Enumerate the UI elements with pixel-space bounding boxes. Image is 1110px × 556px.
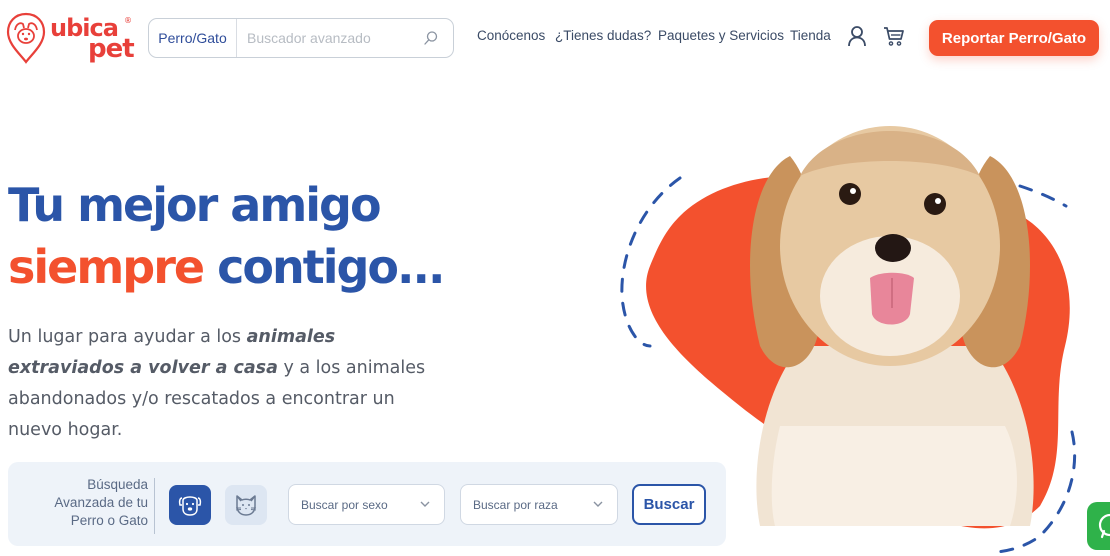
hero-description: Un lugar para ayudar a los animales extr… (8, 322, 448, 446)
search-input[interactable] (247, 27, 417, 49)
search-box: Perro/Gato (148, 18, 454, 58)
advanced-search-divider (154, 478, 155, 534)
whatsapp-icon (1098, 513, 1110, 539)
cat-icon (235, 495, 257, 516)
sex-select-value: Buscar por sexo (301, 497, 388, 512)
puppy (750, 126, 1034, 526)
search-icon[interactable] (423, 30, 439, 46)
logo-text-pet: pet (88, 34, 135, 64)
chevron-down-icon (593, 501, 603, 507)
cart-icon[interactable] (882, 25, 906, 47)
nav-paquetes-servicios[interactable]: Paquetes y Servicios (658, 28, 784, 43)
whatsapp-button[interactable] (1087, 502, 1110, 550)
logo-pin-icon (6, 12, 46, 64)
logo[interactable]: ubica ® pet (6, 10, 136, 66)
header: ubica ® pet Perro/Gato Conócenos ¿Tienes… (0, 0, 1110, 76)
nav-conocenos[interactable]: Conócenos (477, 28, 545, 43)
hero-desc-part-1: Un lugar para ayudar a los (8, 327, 247, 347)
logo-registered: ® (124, 16, 132, 25)
cat-filter-button[interactable] (225, 485, 267, 525)
dog-icon (178, 496, 202, 516)
dog-filter-button[interactable] (169, 485, 211, 525)
hero-dashed-arc-top-right (1018, 184, 1068, 208)
hero-puppy-illustration (620, 126, 1077, 554)
nav-tienda[interactable]: Tienda (790, 28, 831, 43)
chevron-down-icon (420, 501, 430, 507)
hero-title-line-2: siempre contigo... (8, 240, 445, 294)
report-pet-button[interactable]: Reportar Perro/Gato (929, 20, 1099, 56)
nav-tienes-dudas[interactable]: ¿Tienes dudas? (555, 28, 651, 43)
user-icon[interactable] (847, 25, 867, 47)
breed-select-value: Buscar por raza (473, 497, 558, 512)
hero-title-highlight: siempre (8, 240, 205, 294)
sex-select[interactable]: Buscar por sexo (288, 484, 445, 525)
hero-title-rest: contigo... (203, 240, 445, 294)
hero-title-line-1: Tu mejor amigo (8, 178, 382, 232)
advanced-search-label: Búsqueda Avanzada de tu Perro o Gato (54, 477, 148, 528)
breed-select[interactable]: Buscar por raza (460, 484, 618, 525)
search-type-selector[interactable]: Perro/Gato (149, 19, 237, 57)
